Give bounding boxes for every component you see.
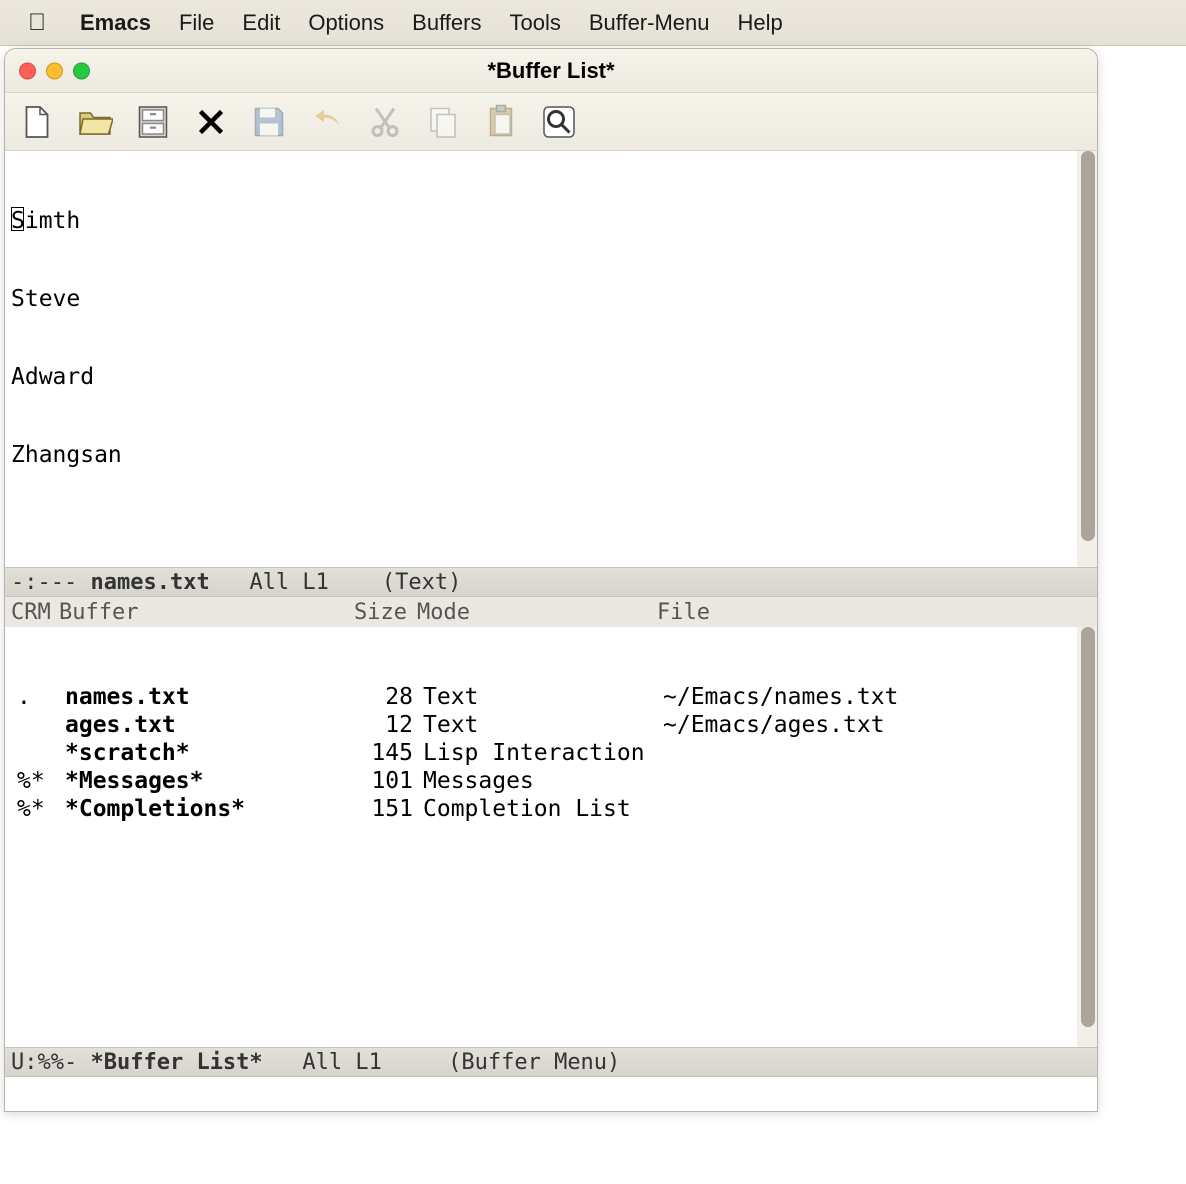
menu-help[interactable]: Help xyxy=(737,10,782,36)
emacs-window: *Buffer List* xyxy=(4,48,1098,1112)
modeline-top[interactable]: -:--- names.txt All L1 (Text) xyxy=(5,567,1097,597)
modeline-position: All L1 xyxy=(210,570,382,595)
modeline-buffer-name: names.txt xyxy=(90,570,209,595)
menu-buffer-menu[interactable]: Buffer-Menu xyxy=(589,10,710,36)
menu-app[interactable]: Emacs xyxy=(80,10,151,36)
modeline-mode: (Text) xyxy=(382,570,461,595)
window-title: *Buffer List* xyxy=(487,58,614,84)
undo-icon[interactable] xyxy=(305,100,349,144)
buffer-size: 151 xyxy=(355,796,423,822)
scrollbar-top[interactable] xyxy=(1077,151,1097,567)
buffer-crm: %* xyxy=(17,796,65,822)
paste-icon[interactable] xyxy=(479,100,523,144)
header-file[interactable]: File xyxy=(657,600,1097,625)
open-folder-icon[interactable] xyxy=(73,100,117,144)
buffer-crm xyxy=(17,712,65,738)
buffer-crm: . xyxy=(17,684,65,710)
window-zoom-button[interactable] xyxy=(73,62,90,79)
buffer-name: *scratch* xyxy=(65,740,355,766)
scrollbar-bottom[interactable] xyxy=(1077,627,1097,1047)
editor-line: Adward xyxy=(11,364,1091,390)
buffer-list-header[interactable]: CRM Buffer Size Mode File xyxy=(5,597,1097,627)
menu-options[interactable]: Options xyxy=(308,10,384,36)
buffer-size: 12 xyxy=(355,712,423,738)
buffer-size: 101 xyxy=(355,768,423,794)
window-close-button[interactable] xyxy=(19,62,36,79)
header-mode[interactable]: Mode xyxy=(417,600,657,625)
scrollbar-thumb[interactable] xyxy=(1081,627,1095,1027)
modeline-mode: (Buffer Menu) xyxy=(448,1050,620,1075)
buffer-size: 28 xyxy=(355,684,423,710)
modeline-flags: -:--- xyxy=(11,570,90,595)
menu-tools[interactable]: Tools xyxy=(509,10,560,36)
header-crm[interactable]: CRM xyxy=(11,600,59,625)
buffer-list-pane[interactable]: . names.txt28Text~/Emacs/names.txt ages.… xyxy=(5,627,1097,1047)
buffer-name: names.txt xyxy=(65,684,355,710)
menu-edit[interactable]: Edit xyxy=(242,10,280,36)
file-cabinet-icon[interactable] xyxy=(131,100,175,144)
buffer-size: 145 xyxy=(355,740,423,766)
editor-pane-names[interactable]: Simth Steve Adward Zhangsan xyxy=(5,151,1097,567)
buffer-name: *Completions* xyxy=(65,796,355,822)
buffer-row[interactable]: *scratch*145Lisp Interaction xyxy=(11,739,1091,767)
traffic-lights xyxy=(19,62,90,79)
modeline-position: All L1 xyxy=(263,1050,448,1075)
menu-file[interactable]: File xyxy=(179,10,214,36)
minibuffer[interactable] xyxy=(5,1083,1097,1111)
window-minimize-button[interactable] xyxy=(46,62,63,79)
buffer-mode: Completion List xyxy=(423,796,663,822)
buffer-mode: Lisp Interaction xyxy=(423,740,663,766)
titlebar[interactable]: *Buffer List* xyxy=(5,49,1097,93)
header-buffer[interactable]: Buffer xyxy=(59,600,349,625)
copy-icon[interactable] xyxy=(421,100,465,144)
editor-line: Simth xyxy=(11,207,1091,234)
buffer-crm: %* xyxy=(17,768,65,794)
toolbar xyxy=(5,93,1097,151)
editor-line: Zhangsan xyxy=(11,442,1091,468)
buffer-mode: Text xyxy=(423,684,663,710)
buffer-row[interactable]: . names.txt28Text~/Emacs/names.txt xyxy=(11,683,1091,711)
buffer-file: ~/Emacs/names.txt xyxy=(663,684,1091,710)
buffer-mode: Text xyxy=(423,712,663,738)
scrollbar-thumb[interactable] xyxy=(1081,151,1095,541)
buffer-crm xyxy=(17,740,65,766)
cut-scissors-icon[interactable] xyxy=(363,100,407,144)
apple-logo-icon[interactable]:  xyxy=(28,9,46,37)
mac-menubar[interactable]:  Emacs File Edit Options Buffers Tools … xyxy=(0,0,1186,46)
new-file-icon[interactable] xyxy=(15,100,59,144)
buffer-mode: Messages xyxy=(423,768,663,794)
search-icon[interactable] xyxy=(537,100,581,144)
buffer-file: ~/Emacs/ages.txt xyxy=(663,712,1091,738)
buffer-row[interactable]: ages.txt12Text~/Emacs/ages.txt xyxy=(11,711,1091,739)
modeline-flags: U:%%- xyxy=(11,1050,90,1075)
buffer-row[interactable]: %* *Completions*151Completion List xyxy=(11,795,1091,823)
editor-line: Steve xyxy=(11,286,1091,312)
buffer-name: *Messages* xyxy=(65,768,355,794)
modeline-bottom[interactable]: U:%%- *Buffer List* All L1 (Buffer Menu) xyxy=(5,1047,1097,1077)
buffer-row[interactable]: %* *Messages*101Messages xyxy=(11,767,1091,795)
buffer-name: ages.txt xyxy=(65,712,355,738)
save-floppy-icon[interactable] xyxy=(247,100,291,144)
close-x-icon[interactable] xyxy=(189,100,233,144)
menu-buffers[interactable]: Buffers xyxy=(412,10,481,36)
modeline-buffer-name: *Buffer List* xyxy=(90,1050,262,1075)
header-size[interactable]: Size xyxy=(349,600,417,625)
